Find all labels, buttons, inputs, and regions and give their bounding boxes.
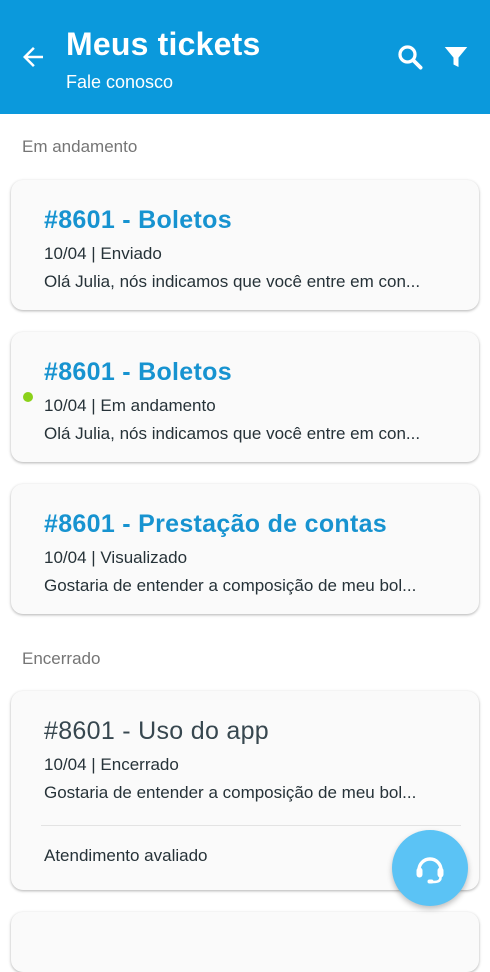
page-title: Meus tickets <box>66 26 261 62</box>
search-icon <box>398 45 423 70</box>
arrow-left-icon <box>23 47 43 67</box>
back-button[interactable] <box>18 42 48 72</box>
filter-icon <box>444 47 468 67</box>
ticket-preview: Gostaria de entender a composição de meu… <box>44 783 417 802</box>
section-label-closed: Encerrado <box>22 649 101 668</box>
ticket-preview: Gostaria de entender a composição de meu… <box>44 576 417 595</box>
ticket-card[interactable]: #8601 - Boletos 10/04 | Enviado Olá Juli… <box>11 180 479 310</box>
app-header: Meus tickets Fale conosco <box>0 0 490 114</box>
ticket-meta: 10/04 | Enviado <box>44 244 162 263</box>
ticket-meta: 10/04 | Visualizado <box>44 548 188 567</box>
ticket-evaluation-status: Atendimento avaliado <box>44 846 208 865</box>
ticket-preview: Olá Julia, nós indicamos que você entre … <box>44 272 421 291</box>
page-subtitle: Fale conosco <box>66 72 174 92</box>
section-label-open: Em andamento <box>22 137 138 156</box>
ticket-title: #8601 - Prestação de contas <box>44 510 387 538</box>
ticket-card-partial[interactable] <box>11 912 479 972</box>
ticket-preview: Olá Julia, nós indicamos que você entre … <box>44 424 421 443</box>
ticket-meta: 10/04 | Encerrado <box>44 755 179 774</box>
search-button[interactable] <box>395 42 425 72</box>
ticket-meta: 10/04 | Em andamento <box>44 396 216 415</box>
ticket-title: #8601 - Boletos <box>44 358 232 386</box>
ticket-title: #8601 - Uso do app <box>44 717 270 745</box>
divider <box>41 825 461 826</box>
ticket-card[interactable]: #8601 - Boletos 10/04 | Em andamento Olá… <box>11 332 479 462</box>
ticket-card[interactable]: #8601 - Prestação de contas 10/04 | Visu… <box>11 484 479 614</box>
ticket-title: #8601 - Boletos <box>44 206 232 234</box>
unread-indicator <box>23 392 33 402</box>
support-chat-button[interactable] <box>392 830 468 906</box>
headset-icon <box>416 857 444 884</box>
filter-button[interactable] <box>441 42 471 72</box>
